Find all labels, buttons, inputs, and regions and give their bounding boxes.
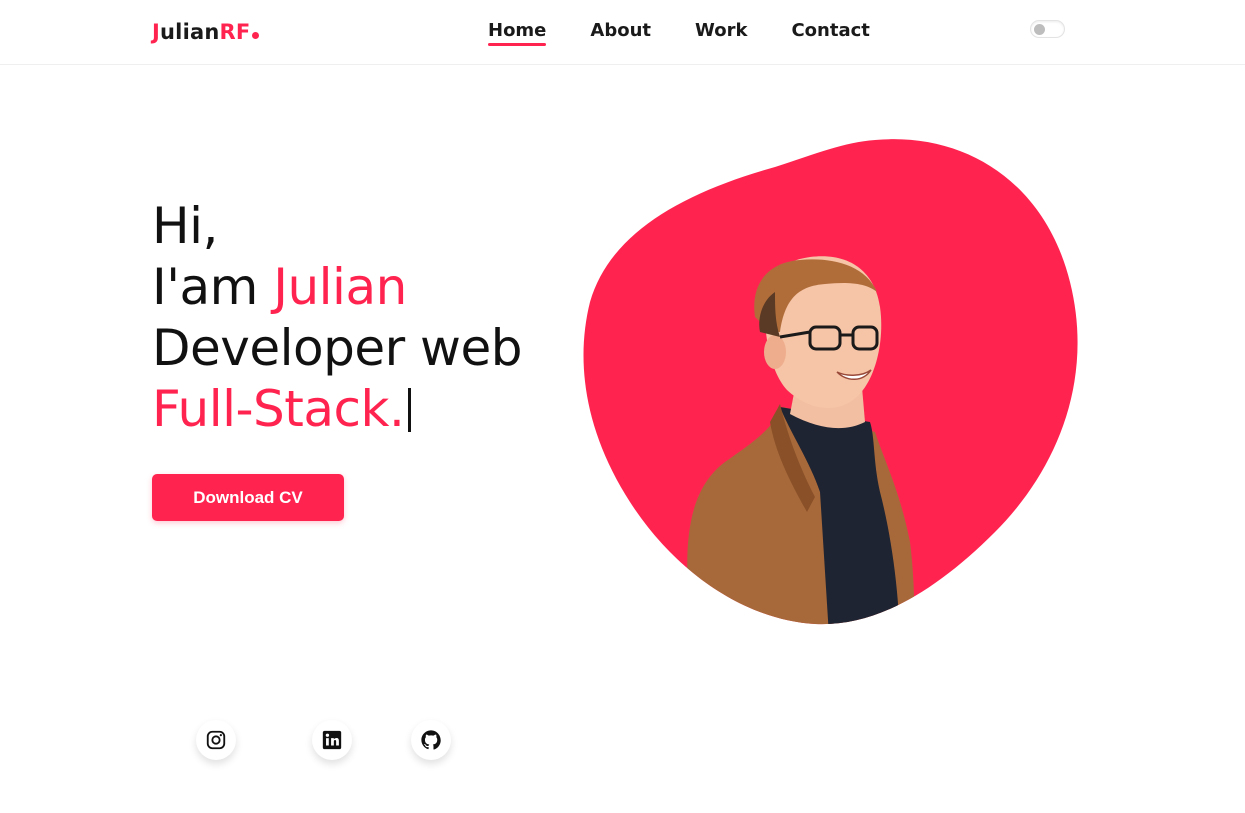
toggle-knob [1034, 24, 1045, 35]
instagram-link[interactable] [196, 720, 236, 760]
github-link[interactable] [411, 720, 451, 760]
logo-dot [252, 32, 260, 39]
hero-stack-text: Full-Stack. [152, 380, 405, 438]
nav-contact[interactable]: Contact [791, 20, 869, 45]
hero-intro-prefix: I'am [152, 258, 274, 316]
nav-home[interactable]: Home [488, 20, 547, 46]
logo[interactable]: JulianRF [152, 20, 260, 44]
hero-stack: Full-Stack. [152, 379, 572, 440]
logo-text: JulianRF [152, 20, 260, 44]
hero-greeting: Hi, [152, 197, 218, 255]
download-cv-button[interactable]: Download CV [152, 474, 344, 521]
typing-cursor [408, 388, 412, 432]
logo-rest: ulian [160, 20, 220, 44]
hero-text: Hi, I'am Julian Developer web Full-Stack… [152, 196, 572, 440]
site-header: JulianRF Home About Work Contact [0, 0, 1245, 65]
instagram-icon [206, 730, 226, 750]
github-icon [421, 730, 441, 750]
hero-role: Developer web [152, 319, 522, 377]
theme-toggle[interactable] [1030, 20, 1065, 38]
nav-work[interactable]: Work [695, 20, 747, 45]
hero-name: Julian [273, 258, 407, 316]
hero-intro: I'am Julian [152, 257, 572, 318]
linkedin-link[interactable] [312, 720, 352, 760]
logo-suffix: RF [219, 20, 251, 44]
nav-about[interactable]: About [590, 20, 651, 45]
main-nav: Home About Work Contact [488, 20, 870, 46]
linkedin-icon [322, 730, 342, 750]
hero-image [575, 132, 1085, 632]
portrait-illustration [583, 139, 1078, 625]
logo-initial: J [152, 20, 161, 44]
